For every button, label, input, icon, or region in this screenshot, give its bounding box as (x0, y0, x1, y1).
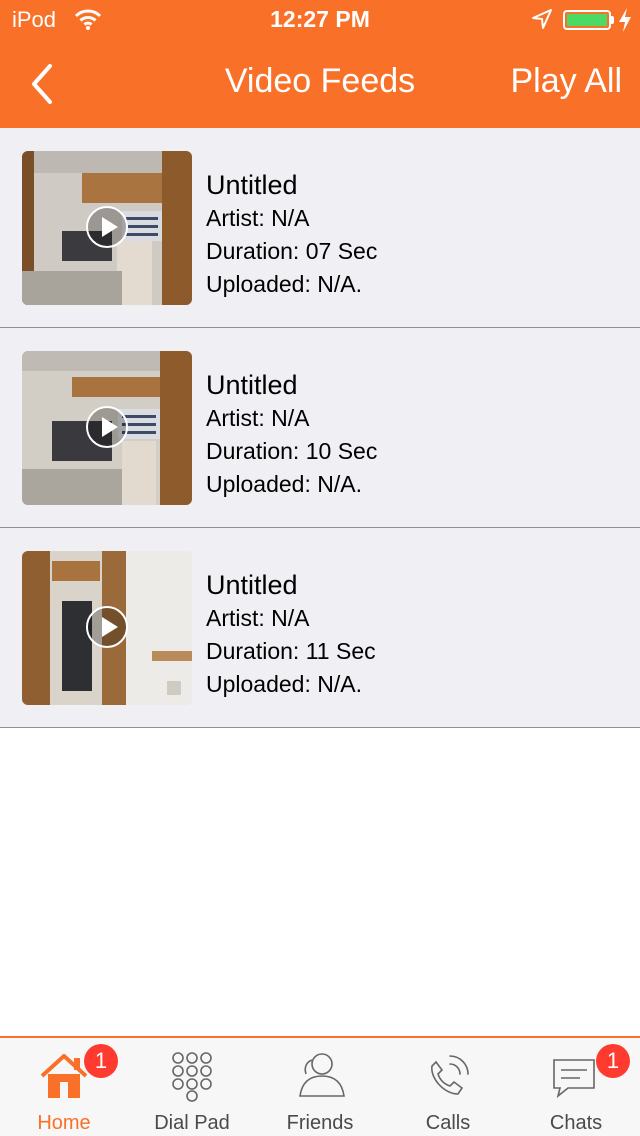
tab-label: Calls (425, 1112, 471, 1134)
video-duration: Duration: 11 Sec (206, 638, 376, 664)
home-icon (40, 1054, 88, 1098)
tab-chats[interactable]: 1 Chats (512, 1038, 640, 1136)
video-title: Untitled (206, 370, 298, 400)
play-icon[interactable] (86, 406, 128, 448)
video-thumbnail[interactable] (22, 551, 192, 705)
video-info: Untitled Artist: N/A Duration: 11 Sec Up… (206, 568, 376, 701)
charging-bolt-icon (619, 8, 631, 32)
play-icon[interactable] (86, 606, 128, 648)
tab-dial-pad[interactable]: Dial Pad (128, 1038, 256, 1136)
video-title: Untitled (206, 170, 298, 200)
phone-icon (431, 1055, 469, 1095)
friends-icon (299, 1053, 345, 1097)
video-uploaded: Uploaded: N/A. (206, 471, 362, 497)
video-list: Untitled Artist: N/A Duration: 07 Sec Up… (0, 128, 640, 728)
video-artist: Artist: N/A (206, 405, 310, 431)
chat-icon (553, 1059, 595, 1099)
tab-home[interactable]: 1 Home (0, 1038, 128, 1136)
video-thumbnail[interactable] (22, 351, 192, 505)
video-uploaded: Uploaded: N/A. (206, 271, 362, 297)
video-duration: Duration: 07 Sec (206, 238, 378, 264)
tab-label: Home (37, 1112, 91, 1134)
video-uploaded: Uploaded: N/A. (206, 671, 362, 697)
tab-friends[interactable]: Friends (256, 1038, 384, 1136)
navigation-bar: Video Feeds Play All (0, 40, 640, 128)
notification-badge: 1 (596, 1044, 630, 1078)
tab-calls[interactable]: Calls (384, 1038, 512, 1136)
video-artist: Artist: N/A (206, 605, 310, 631)
video-thumbnail[interactable] (22, 151, 192, 305)
video-info: Untitled Artist: N/A Duration: 10 Sec Up… (206, 368, 377, 501)
video-duration: Duration: 10 Sec (206, 438, 378, 464)
play-icon[interactable] (86, 206, 128, 248)
battery-tip (611, 16, 614, 24)
location-arrow-icon (532, 9, 552, 29)
video-row[interactable]: Untitled Artist: N/A Duration: 07 Sec Up… (0, 128, 640, 328)
video-row[interactable]: Untitled Artist: N/A Duration: 10 Sec Up… (0, 328, 640, 528)
video-row[interactable]: Untitled Artist: N/A Duration: 11 Sec Up… (0, 528, 640, 728)
battery-icon (563, 10, 611, 30)
video-info: Untitled Artist: N/A Duration: 07 Sec Up… (206, 168, 377, 301)
tab-label: Friends (286, 1112, 354, 1134)
video-artist: Artist: N/A (206, 205, 310, 231)
dialpad-icon (172, 1052, 212, 1102)
tab-label: Chats (549, 1112, 603, 1134)
header: iPod 12:27 PM Video Feeds Play All (0, 0, 640, 128)
tab-label: Dial Pad (154, 1112, 230, 1134)
status-bar: iPod 12:27 PM (0, 0, 640, 40)
video-title: Untitled (206, 570, 298, 600)
play-all-button[interactable]: Play All (511, 62, 623, 101)
tab-bar: 1 Home Dial Pad Friends Calls 1 Chats (0, 1036, 640, 1136)
notification-badge: 1 (84, 1044, 118, 1078)
